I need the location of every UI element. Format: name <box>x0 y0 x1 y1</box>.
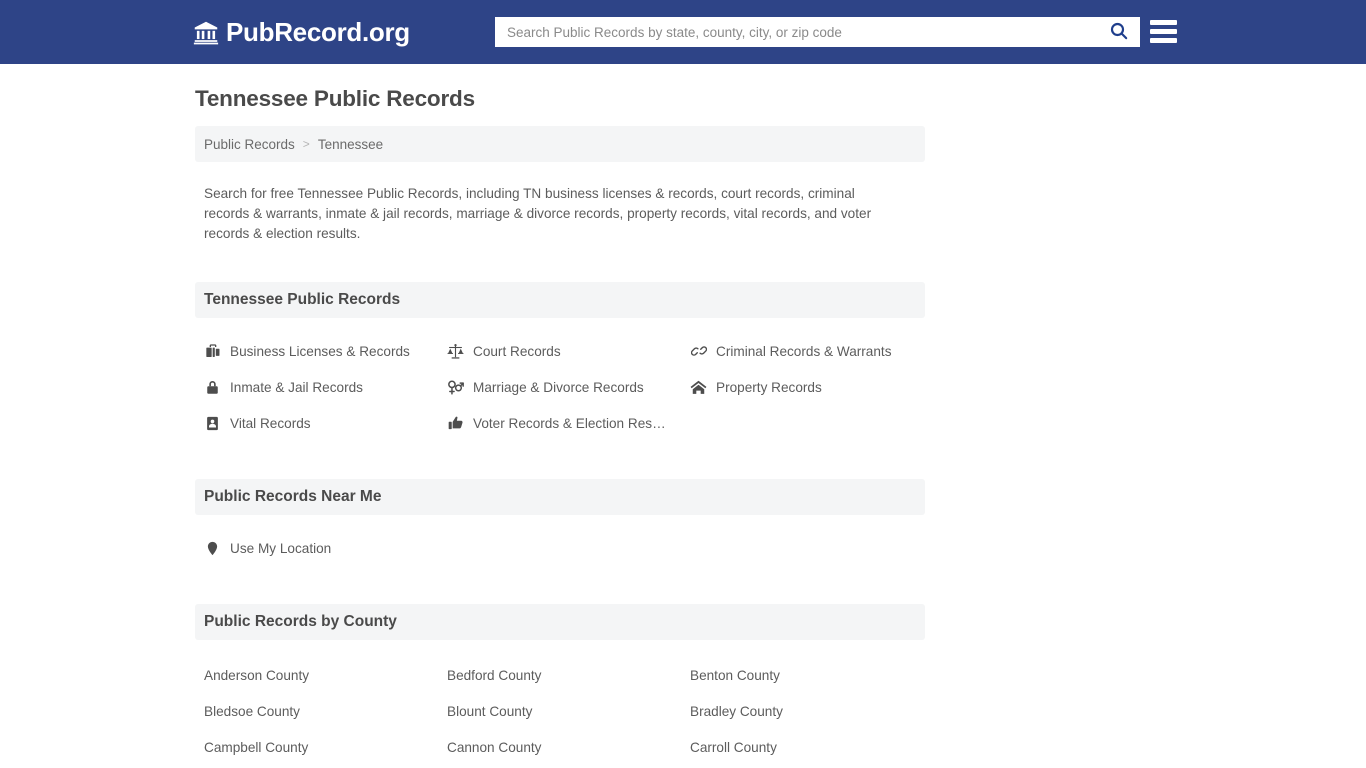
record-link-label: Criminal Records & Warrants <box>716 343 892 359</box>
search-button[interactable] <box>1099 18 1139 46</box>
section-heading-near-me: Public Records Near Me <box>195 479 925 515</box>
county-link[interactable]: Anderson County <box>195 657 438 693</box>
search-form <box>495 17 1140 47</box>
section-heading-record-types: Tennessee Public Records <box>195 282 925 318</box>
section-heading-by-county: Public Records by County <box>195 604 925 640</box>
record-link-label: Marriage & Divorce Records <box>473 379 644 395</box>
record-link-label: Court Records <box>473 343 561 359</box>
use-my-location-link[interactable]: Use My Location <box>195 530 730 566</box>
page-body: Tennessee Public Records Public Records … <box>0 64 1366 768</box>
site-logo-link[interactable]: PubRecord.org <box>193 0 410 64</box>
county-link[interactable]: Benton County <box>681 657 924 693</box>
record-link-label: Vital Records <box>230 415 311 431</box>
county-link[interactable]: Bledsoe County <box>195 693 438 729</box>
thumbs-up-icon <box>447 415 464 432</box>
record-link-marriage-divorce[interactable]: Marriage & Divorce Records <box>438 369 681 405</box>
search-icon <box>1109 21 1129 44</box>
breadcrumb-item-tennessee[interactable]: Tennessee <box>318 137 383 152</box>
county-link[interactable]: Blount County <box>438 693 681 729</box>
venus-mars-icon <box>447 379 464 396</box>
id-card-icon <box>204 415 221 432</box>
site-logo-text: PubRecord.org <box>226 17 410 47</box>
record-link-label: Business Licenses & Records <box>230 343 410 359</box>
section-record-types: Tennessee Public Records Business Licens… <box>195 244 925 441</box>
record-link-property-records[interactable]: Property Records <box>681 369 924 405</box>
county-link[interactable]: Carroll County <box>681 729 924 765</box>
briefcase-icon <box>204 343 221 360</box>
handcuffs-link-icon <box>690 343 707 360</box>
county-link[interactable]: Cannon County <box>438 729 681 765</box>
record-link-voter-records[interactable]: Voter Records & Election Res… <box>438 405 681 441</box>
record-link-court-records[interactable]: Court Records <box>438 333 681 369</box>
home-icon <box>690 379 707 396</box>
hamburger-bar <box>1150 29 1177 34</box>
search-input[interactable] <box>496 18 1099 46</box>
breadcrumb-separator: > <box>302 137 310 151</box>
site-header: PubRecord.org <box>0 0 1366 64</box>
breadcrumb-item-public-records[interactable]: Public Records <box>204 137 295 152</box>
record-link-vital-records[interactable]: Vital Records <box>195 405 438 441</box>
bank-building-icon <box>193 20 219 46</box>
lock-icon <box>204 379 221 396</box>
map-pin-icon <box>204 540 221 557</box>
county-link[interactable]: Campbell County <box>195 729 438 765</box>
hamburger-menu-icon[interactable] <box>1150 18 1177 45</box>
record-type-grid: Business Licenses & Records Court Record… <box>195 318 892 441</box>
content-container: Tennessee Public Records Public Records … <box>0 64 925 768</box>
record-link-label: Property Records <box>716 379 822 395</box>
record-link-criminal-records[interactable]: Criminal Records & Warrants <box>681 333 924 369</box>
section-near-me: Public Records Near Me Use My Location <box>195 441 925 566</box>
hamburger-bar <box>1150 20 1177 25</box>
record-link-business-licenses[interactable]: Business Licenses & Records <box>195 333 438 369</box>
near-me-list: Use My Location <box>195 515 730 566</box>
section-by-county: Public Records by County Anderson County… <box>195 566 925 768</box>
county-grid: Anderson County Bedford County Benton Co… <box>195 640 783 768</box>
balance-scale-icon <box>447 343 464 360</box>
near-me-link-label: Use My Location <box>230 540 332 556</box>
county-link[interactable]: Bradley County <box>681 693 924 729</box>
record-link-inmate-jail[interactable]: Inmate & Jail Records <box>195 369 438 405</box>
breadcrumb: Public Records > Tennessee <box>195 126 925 162</box>
hamburger-bar <box>1150 38 1177 43</box>
page-description: Search for free Tennessee Public Records… <box>204 186 872 241</box>
record-link-label: Voter Records & Election Res… <box>473 415 666 431</box>
record-link-label: Inmate & Jail Records <box>230 379 363 395</box>
county-link[interactable]: Bedford County <box>438 657 681 693</box>
page-title: Tennessee Public Records <box>195 86 475 111</box>
